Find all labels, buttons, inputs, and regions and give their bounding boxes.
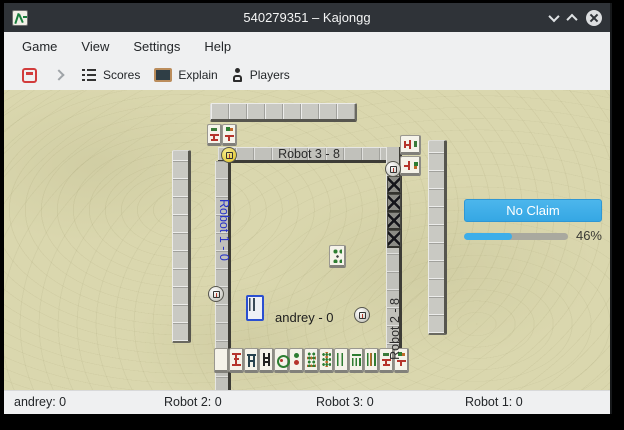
discard-tile: [207, 124, 222, 146]
robot2-hand-bar: Robot 2 - 8: [386, 147, 402, 362]
menubar: Game View Settings Help: [4, 32, 610, 60]
players-button[interactable]: Players: [232, 68, 290, 83]
andrey-label: andrey - 0: [275, 310, 334, 325]
menu-view[interactable]: View: [81, 39, 109, 54]
menu-settings[interactable]: Settings: [133, 39, 180, 54]
wall-top: [210, 103, 357, 122]
abort-game-icon[interactable]: [22, 68, 37, 83]
discard-tile: [222, 124, 237, 146]
window-title: 540279351 – Kajongg: [4, 10, 610, 25]
claim-timeout-progress: 46%: [464, 231, 602, 243]
menu-game[interactable]: Game: [22, 39, 57, 54]
robot2-label: Robot 2 - 8: [388, 298, 402, 360]
hand-tile-circle-2[interactable]: [289, 348, 304, 373]
hand-tile-bamboo-7[interactable]: [349, 348, 364, 373]
toolbar: Scores Explain Players: [4, 60, 610, 90]
person-icon: [232, 68, 244, 83]
hand-tile-red-dragon[interactable]: [229, 348, 244, 373]
robot3-hand-bar: Robot 3 - 8: [218, 147, 400, 163]
blackboard-icon: [154, 68, 172, 82]
discard-tile: [400, 135, 421, 155]
west-wind-disc: [208, 286, 224, 302]
wall-right: [428, 140, 447, 335]
status-robot2: Robot 2: 0: [164, 395, 222, 409]
robot2-concealed-tiles: [387, 176, 401, 248]
hand-tile-circle-8[interactable]: [304, 348, 319, 373]
minimize-icon[interactable]: [548, 10, 559, 21]
hand-tile-circle-1[interactable]: [274, 348, 289, 373]
south-wind-disc: [354, 307, 370, 323]
discard-tile: [329, 245, 346, 268]
hand-tile-south-wind[interactable]: [244, 348, 259, 373]
hand-tile-bamboo-4[interactable]: [334, 348, 349, 373]
status-robot1: Robot 1: 0: [465, 395, 523, 409]
scores-label: Scores: [103, 68, 140, 82]
players-label: Players: [250, 68, 290, 82]
concealed-tile: [387, 176, 401, 194]
east-wind-disc: [221, 147, 237, 163]
robot3-label: Robot 3 - 8: [278, 147, 340, 161]
progress-fill: [464, 233, 512, 240]
maximize-icon[interactable]: [566, 13, 577, 24]
concealed-tile: [387, 212, 401, 230]
concealed-tile: [387, 194, 401, 212]
no-claim-button[interactable]: No Claim: [464, 199, 602, 222]
scores-button[interactable]: Scores: [81, 68, 140, 82]
progress-percent-label: 46%: [576, 228, 602, 243]
robot1-label: Robot 1 - 0: [217, 199, 231, 261]
north-wind-disc: [385, 161, 401, 177]
discard-tile: [400, 156, 421, 176]
player-hand: [214, 348, 409, 373]
next-arrow-icon[interactable]: [53, 69, 64, 80]
close-icon[interactable]: [586, 10, 602, 26]
explain-button[interactable]: Explain: [154, 68, 217, 82]
kajongg-window: 540279351 – Kajongg Game View Settings H…: [4, 3, 612, 414]
titlebar: 540279351 – Kajongg: [4, 3, 610, 32]
wall-left: [172, 150, 191, 343]
focused-discard-tile[interactable]: [246, 295, 264, 321]
explain-label: Explain: [178, 68, 217, 82]
concealed-tile: [387, 230, 401, 248]
hand-tile-bamboo-9[interactable]: [364, 348, 379, 373]
menu-help[interactable]: Help: [204, 39, 231, 54]
scores-icon: [81, 68, 97, 82]
hand-tile-north-wind[interactable]: [259, 348, 274, 373]
statusbar: andrey: 0 Robot 2: 0 Robot 3: 0 Robot 1:…: [4, 390, 610, 414]
hand-tile-circle-9[interactable]: [319, 348, 334, 373]
hand-tile-white-dragon[interactable]: [214, 348, 229, 373]
game-board: Robot 3 - 8 Robot 1 - 0 Robot 2 - 8 andr…: [4, 90, 610, 390]
status-robot3: Robot 3: 0: [316, 395, 374, 409]
progress-track: [464, 233, 568, 240]
status-andrey: andrey: 0: [14, 395, 66, 409]
